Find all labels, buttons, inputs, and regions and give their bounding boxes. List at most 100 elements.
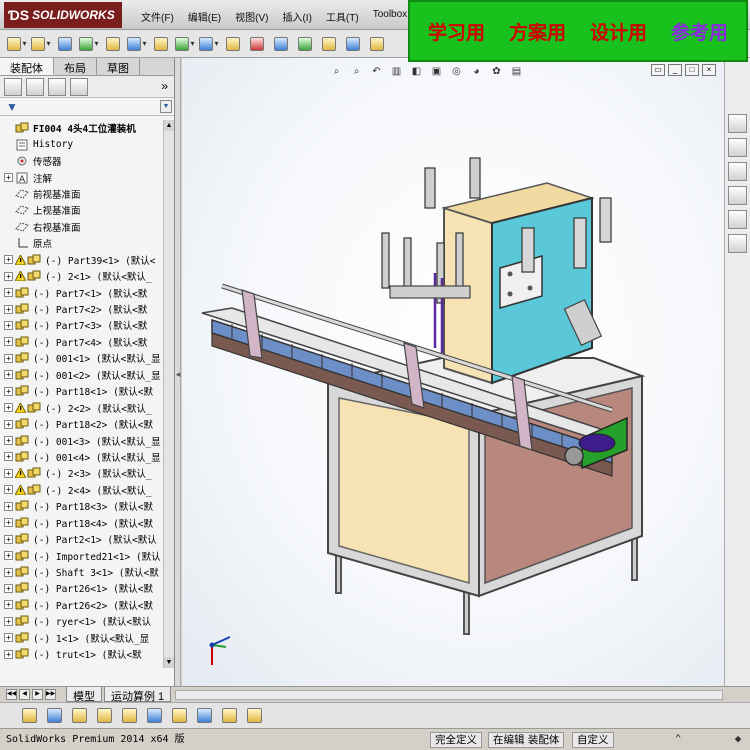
expand-icon[interactable]: + (4, 468, 13, 478)
expand-icon[interactable]: + (4, 403, 13, 413)
expand-icon[interactable]: + (4, 419, 13, 429)
tree-item[interactable]: 上视基准面 (0, 202, 164, 218)
last-tab-icon[interactable]: ▶▶ (45, 689, 56, 700)
tree-item[interactable]: + (-) 2<4> (默认<默认_ (0, 482, 164, 498)
scroll-down-icon[interactable]: ▼ (164, 657, 174, 668)
chevron-down-icon[interactable]: ▼ (160, 100, 172, 113)
custom-properties-icon[interactable] (728, 234, 747, 253)
feature-manager-icon[interactable] (4, 77, 22, 96)
first-tab-icon[interactable]: ◀◀ (6, 689, 17, 700)
help-icon[interactable]: ◆ (730, 732, 746, 748)
tree-item[interactable]: 右视基准面 (0, 219, 164, 235)
expand-icon[interactable]: + (4, 518, 13, 528)
layout-icon[interactable] (243, 706, 265, 726)
tree-item[interactable]: + (-) Part26<2> (默认<默 (0, 597, 164, 613)
configuration-manager-icon[interactable] (48, 77, 66, 96)
expand-icon[interactable]: + (4, 485, 13, 495)
assembly-features-icon[interactable] (150, 34, 172, 54)
menu-file[interactable]: 文件(F) (134, 9, 181, 24)
expand-icon[interactable]: + (4, 255, 13, 265)
motion-study-icon[interactable] (294, 34, 316, 54)
solidworks-resources-icon[interactable] (728, 114, 747, 133)
design-library-icon[interactable] (728, 138, 747, 157)
tree-item[interactable]: + (-) Part7<3> (默认<默 (0, 317, 164, 333)
exploded-view-icon[interactable] (222, 34, 244, 54)
tree-item[interactable]: + (-) Part18<3> (默认<默 (0, 498, 164, 514)
tree-item[interactable]: + (-) 2<2> (默认<默认_ (0, 399, 164, 415)
sketch-line-icon[interactable] (318, 34, 340, 54)
tab-model[interactable]: 模型 (66, 687, 102, 703)
expand-icon[interactable]: + (4, 337, 13, 347)
options-icon[interactable] (366, 34, 388, 54)
tree-item[interactable]: 原点 (0, 235, 164, 251)
open-folder-icon[interactable]: ▾ (30, 34, 52, 54)
tree-item[interactable]: + (-) trut<1> (默认<默 (0, 646, 164, 662)
tree-item[interactable]: + (-) 1<1> (默认<默认_显 (0, 630, 164, 646)
axes-icon[interactable] (168, 706, 190, 726)
tree-item[interactable]: + (-) Imported21<1> (默认 (0, 547, 164, 563)
chevron-right-icon[interactable]: » (161, 79, 168, 93)
tree-filter[interactable]: ▼ ▼ (0, 98, 174, 116)
expand-icon[interactable]: + (4, 304, 13, 314)
appearances-scenes-icon[interactable] (728, 210, 747, 229)
pencil-icon[interactable] (54, 34, 76, 54)
expand-icon[interactable]: + (4, 288, 13, 298)
tree-item[interactable]: + (-) 001<1> (默认<默认_显 (0, 350, 164, 366)
expand-icon[interactable]: + (4, 633, 13, 643)
tree-item[interactable]: History (0, 136, 164, 152)
chart-icon[interactable] (143, 706, 165, 726)
expand-icon[interactable]: + (4, 452, 13, 462)
collapse-arrow-icon[interactable]: ◂ (175, 360, 181, 388)
menu-edit[interactable]: 编辑(E) (181, 9, 228, 24)
grid-view-icon[interactable] (118, 706, 140, 726)
solidworks-logo[interactable]: ƊS SOLIDWORKS (4, 2, 122, 28)
move-component-icon[interactable] (18, 706, 40, 726)
tab-sketch[interactable]: 草图 (97, 58, 140, 75)
tree-item[interactable]: 前视基准面 (0, 186, 164, 202)
rotate-component-icon[interactable]: ▾ (126, 34, 148, 54)
bill-of-materials-icon[interactable] (270, 34, 292, 54)
tree-item[interactable]: + (-) 2<1> (默认<默认_ (0, 268, 164, 284)
smart-mates-icon[interactable] (68, 706, 90, 726)
expand-icon[interactable]: + (4, 616, 13, 626)
expand-icon[interactable]: + (4, 320, 13, 330)
view-palette-icon[interactable] (728, 186, 747, 205)
menu-insert[interactable]: 插入(I) (275, 9, 318, 24)
tab-motion-study[interactable]: 运动算例 1 (104, 687, 172, 703)
property-manager-icon[interactable] (26, 77, 44, 96)
file-explorer-icon[interactable] (728, 162, 747, 181)
expand-icon[interactable]: + (4, 271, 13, 281)
expand-icon[interactable]: + (4, 173, 13, 183)
expand-icon[interactable]: + (4, 649, 13, 659)
expand-icon[interactable]: + (4, 386, 13, 396)
tree-item[interactable]: + (-) Shaft 3<1> (默认<默 (0, 564, 164, 580)
scroll-up-icon[interactable]: ▲ (164, 120, 174, 131)
next-tab-icon[interactable]: ▶ (32, 689, 43, 700)
menu-view[interactable]: 视图(V) (228, 9, 275, 24)
tree-item[interactable]: + (-) Part7<4> (默认<默 (0, 334, 164, 350)
tree-item[interactable]: + (-) 001<2> (默认<默认_显 (0, 367, 164, 383)
tree-item[interactable]: + (-) 2<3> (默认<默认_ (0, 465, 164, 481)
insert-component-icon[interactable] (102, 34, 124, 54)
expand-icon[interactable]: + (4, 501, 13, 511)
tree-root[interactable]: FI004 4头4工位灌装机 (0, 120, 164, 136)
expand-icon[interactable]: + (4, 567, 13, 577)
tree-item[interactable]: + (-) Part39<1> (默认< (0, 252, 164, 268)
cube-view-icon[interactable] (193, 706, 215, 726)
expand-icon[interactable]: + (4, 534, 13, 544)
smart-fasteners-icon[interactable]: ▾ (198, 34, 220, 54)
expand-icon[interactable]: + (4, 600, 13, 610)
tree-item[interactable]: + (-) Part18<2> (默认<默 (0, 416, 164, 432)
reference-geometry-icon[interactable]: ▾ (174, 34, 196, 54)
tree-item[interactable]: + (-) 001<4> (默认<默认_显 (0, 449, 164, 465)
tree-scrollbar[interactable]: ▲ ▼ (163, 120, 174, 668)
tree-item[interactable]: + (-) Part7<2> (默认<默 (0, 301, 164, 317)
rotate-view-icon[interactable] (43, 706, 65, 726)
appearance-manager-icon[interactable] (70, 77, 88, 96)
panel-splitter[interactable]: ◂ (175, 58, 181, 686)
expand-icon[interactable]: + (4, 583, 13, 593)
tree-item[interactable]: + (-) Part7<1> (默认<默 (0, 284, 164, 300)
prev-tab-icon[interactable]: ◀ (19, 689, 30, 700)
tree-item[interactable]: + (-) Part18<4> (默认<默 (0, 515, 164, 531)
expand-icon[interactable]: + (4, 353, 13, 363)
